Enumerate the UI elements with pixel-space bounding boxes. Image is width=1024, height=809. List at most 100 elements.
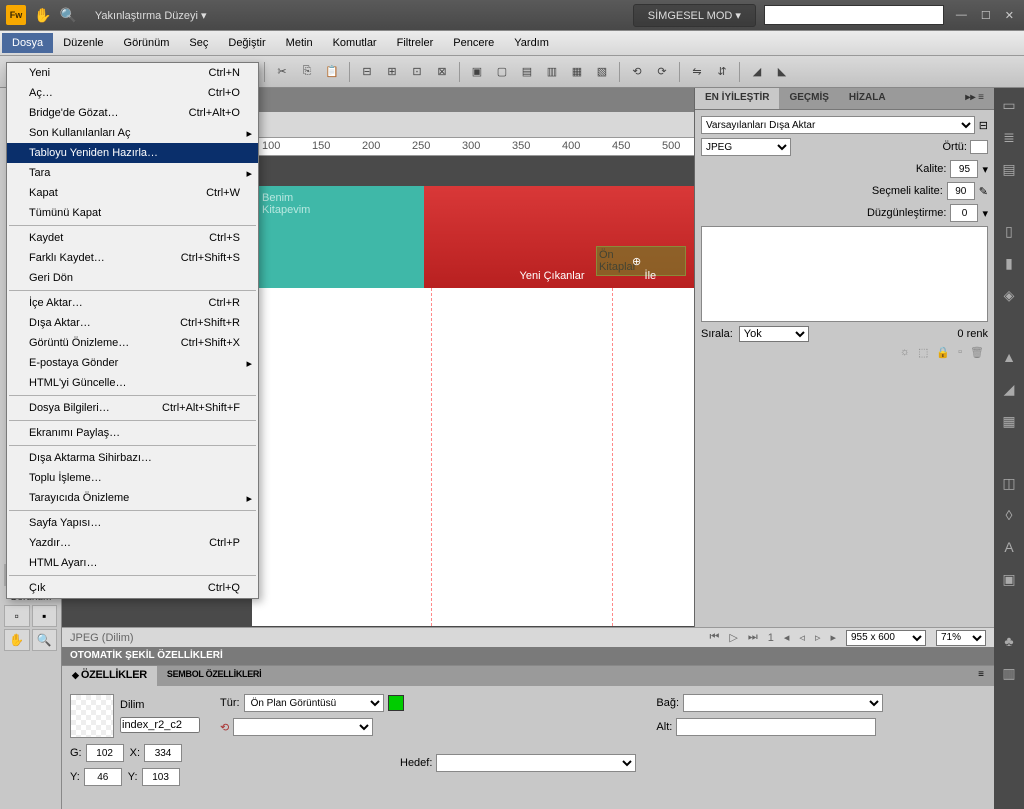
dock-assets-icon[interactable]: ◈ (998, 284, 1020, 306)
close-button[interactable]: ✕ (1001, 7, 1018, 24)
search-input[interactable] (764, 5, 944, 25)
sort-select[interactable]: Yok (739, 326, 809, 342)
front-icon[interactable]: ▤ (516, 61, 538, 83)
last-frame-icon[interactable]: ⏭ (748, 631, 758, 644)
target-select[interactable] (436, 754, 636, 772)
file-menu-item[interactable]: Ekranımı Paylaş… (7, 423, 258, 443)
first-frame-icon[interactable]: ⏮ (709, 631, 719, 644)
dock-special-icon[interactable]: ♣ (998, 630, 1020, 652)
file-menu-item[interactable]: Yazdır…Ctrl+P (7, 533, 258, 553)
tool-normal[interactable]: ▫ (4, 605, 30, 627)
dock-optimize-icon[interactable]: ▭ (998, 94, 1020, 116)
prev-icon[interactable]: ◂ (784, 631, 790, 644)
dock-layers-icon[interactable]: ≣ (998, 126, 1020, 148)
slice-type-select[interactable]: Ön Plan Görüntüsü (244, 694, 384, 712)
menu-help[interactable]: Yardım (504, 33, 559, 53)
menu-modify[interactable]: Değiştir (218, 33, 275, 53)
menu-window[interactable]: Pencere (443, 33, 504, 53)
backward-icon[interactable]: ▧ (591, 61, 613, 83)
quality-slider-icon[interactable]: ▾ (982, 163, 988, 176)
preset-menu-icon[interactable]: ⊟ (979, 119, 988, 132)
edit-sq-icon[interactable]: ✎ (979, 185, 988, 198)
file-menu-item[interactable]: Son Kullanılanları Aç (7, 123, 258, 143)
add-icon[interactable]: ▫ (958, 346, 962, 359)
dock-library-icon[interactable]: ▥ (998, 662, 1020, 684)
menu-select[interactable]: Seç (179, 33, 218, 53)
dock-shapes-icon[interactable]: ◫ (998, 472, 1020, 494)
menu-file[interactable]: Dosya (2, 33, 53, 53)
lock-icon[interactable]: 🔒 (936, 346, 950, 359)
height-input[interactable] (84, 768, 122, 786)
slice-export-select[interactable] (233, 718, 373, 736)
forward-icon[interactable]: ▦ (566, 61, 588, 83)
file-menu-item[interactable]: Tabloyu Yeniden Hazırla… (7, 143, 258, 163)
rotate2-icon[interactable]: ⟳ (651, 61, 673, 83)
play-icon[interactable]: ▷ (729, 631, 737, 644)
file-menu-item[interactable]: İçe Aktar…Ctrl+R (7, 293, 258, 313)
align3-icon[interactable]: ⊡ (406, 61, 428, 83)
file-menu-item[interactable]: HTML'yi Güncelle… (7, 373, 258, 393)
copy-icon[interactable]: ⎘ (296, 61, 318, 83)
tab-properties[interactable]: ◆ ÖZELLİKLER (62, 666, 157, 686)
canvas-size-select[interactable]: 955 x 600 (846, 630, 926, 646)
file-menu-item[interactable]: E-postaya Gönder (7, 353, 258, 373)
file-menu-item[interactable]: KaydetCtrl+S (7, 228, 258, 248)
tool-preview[interactable]: ▪ (32, 605, 58, 627)
file-menu-item[interactable]: Geri Dön (7, 268, 258, 288)
dock-mixer-icon[interactable]: ▦ (998, 410, 1020, 432)
zoom-level-dropdown[interactable]: Yakınlaştırma Düzeyi (85, 7, 217, 24)
quality-input[interactable] (950, 160, 978, 178)
dock-image-icon[interactable]: ▣ (998, 568, 1020, 590)
align-icon[interactable]: ⊟ (356, 61, 378, 83)
format-select[interactable]: JPEG (701, 138, 791, 156)
zoom-select[interactable]: 71% (936, 630, 986, 646)
align4-icon[interactable]: ⊠ (431, 61, 453, 83)
tab-history[interactable]: GEÇMİŞ (779, 88, 838, 109)
file-menu-item[interactable]: Dışa Aktar…Ctrl+Shift+R (7, 313, 258, 333)
file-menu-item[interactable]: KapatCtrl+W (7, 183, 258, 203)
tab-align[interactable]: HİZALA (839, 88, 896, 109)
next2-icon[interactable]: ▸ (830, 631, 836, 644)
file-menu-item[interactable]: Aç…Ctrl+O (7, 83, 258, 103)
paste-icon[interactable]: 📋 (321, 61, 343, 83)
file-menu-item[interactable]: Tarayıcıda Önizleme (7, 488, 258, 508)
file-menu-item[interactable]: Farklı Kaydet…Ctrl+Shift+S (7, 248, 258, 268)
dock-pages-icon[interactable]: ▯ (998, 220, 1020, 242)
tool-hand[interactable]: ✋ (4, 629, 30, 651)
rebuild-icon[interactable]: ☼ (900, 346, 910, 359)
link-select[interactable] (683, 694, 883, 712)
dock-path-icon[interactable]: ◊ (998, 504, 1020, 526)
menu-view[interactable]: Görünüm (114, 33, 180, 53)
file-menu-item[interactable]: Dosya Bilgileri…Ctrl+Alt+Shift+F (7, 398, 258, 418)
x-input[interactable] (144, 744, 182, 762)
link-icon[interactable]: ⟲ (220, 721, 229, 734)
slice-color-swatch[interactable] (388, 695, 404, 711)
workspace-mode-button[interactable]: SİMGESEL MOD (633, 4, 756, 27)
menu-edit[interactable]: Düzenle (53, 33, 113, 53)
matte-swatch[interactable] (970, 140, 988, 154)
menu-text[interactable]: Metin (276, 33, 323, 53)
next-icon[interactable]: ▹ (815, 631, 821, 644)
file-menu-item[interactable]: Tara (7, 163, 258, 183)
smooth-slider-icon[interactable]: ▾ (982, 207, 988, 220)
maximize-button[interactable]: ☐ (977, 7, 995, 24)
flip3-icon[interactable]: ◣ (771, 61, 793, 83)
cube-icon[interactable]: ⬚ (918, 346, 928, 359)
width-input[interactable] (86, 744, 124, 762)
alt-input[interactable] (676, 718, 876, 736)
dock-frames-icon[interactable]: ▤ (998, 158, 1020, 180)
y-input[interactable] (142, 768, 180, 786)
tab-symbol-properties[interactable]: SEMBOL ÖZELLİKLERİ (157, 666, 271, 686)
dock-text-icon[interactable]: A (998, 536, 1020, 558)
file-menu-item[interactable]: Tümünü Kapat (7, 203, 258, 223)
file-menu-item[interactable]: Sayfa Yapısı… (7, 513, 258, 533)
file-menu-item[interactable]: Görüntü Önizleme…Ctrl+Shift+X (7, 333, 258, 353)
smoothing-input[interactable] (950, 204, 978, 222)
slice-handle-icon[interactable]: ⊕ (632, 255, 641, 268)
dock-styles-icon[interactable]: ▲ (998, 346, 1020, 368)
panel-menu-icon[interactable]: ▸▸ ≡ (955, 88, 994, 109)
rotate-icon[interactable]: ⟲ (626, 61, 648, 83)
selective-quality-input[interactable] (947, 182, 975, 200)
file-menu-item[interactable]: Dışa Aktarma Sihirbazı… (7, 448, 258, 468)
file-menu-item[interactable]: Toplu İşleme… (7, 468, 258, 488)
